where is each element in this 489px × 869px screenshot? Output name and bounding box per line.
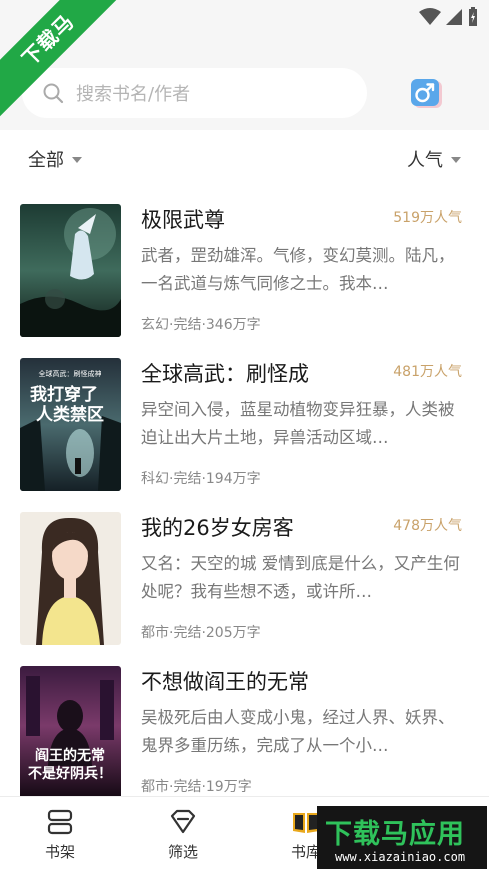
book-title: 极限武尊 (141, 208, 225, 232)
book-title: 全球高武：刷怪成 (141, 362, 309, 386)
book-item[interactable]: 我的26岁女房客 478万人气 又名：天空的城 爱情到底是什么，又产生何处呢？我… (0, 504, 489, 658)
book-title: 我的26岁女房客 (141, 516, 294, 540)
book-meta: 都市·完结·19万字 (141, 779, 252, 795)
book-cover-image: 全球高武：刷怪成神 我打穿了 人类禁区 (20, 358, 121, 491)
book-description: 武者，罡劲雄浑。气修，变幻莫测。陆凡，一名武道与炼气同修之士。我本… (141, 246, 455, 293)
book-cover-image (20, 204, 121, 337)
watermark-ribbon: 下载马 (0, 0, 140, 140)
book-list: 极限武尊 519万人气 武者，罡劲雄浑。气修，变幻莫测。陆凡，一名武道与炼气同修… (0, 196, 489, 812)
book-description: 异空间入侵，蓝星动植物变异狂暴，人类被迫让出大片土地，异兽活动区域… (141, 400, 455, 447)
wifi-icon (419, 8, 441, 25)
book-description: 又名：天空的城 爱情到底是什么，又产生何处呢？我有些想不透，或许所… (141, 554, 460, 601)
category-dropdown[interactable]: 全部 (28, 146, 82, 172)
nav-label-filter: 筛选 (167, 843, 198, 861)
male-gender-icon[interactable] (410, 78, 444, 110)
cover-title-line1: 我打穿了 (30, 384, 98, 405)
watermark-ribbon-text: 下载马 (0, 0, 133, 125)
watermark-url: www.xiazainiao.com (335, 850, 466, 864)
book-meta: 玄幻·完结·346万字 (141, 317, 261, 333)
watermark-brand: 下载马应用 (325, 819, 465, 850)
book-item[interactable]: 阎王的无常 不是好阴兵！ 不想做阎王的无常 吴极死后由人变成小鬼，经过人界、妖界… (0, 658, 489, 812)
battery-icon (469, 7, 477, 26)
nav-label-shelf: 书架 (44, 843, 75, 861)
bookshelf-icon (47, 809, 73, 835)
nav-item-shelf[interactable]: 书架 (20, 807, 100, 862)
nav-item-filter[interactable]: 筛选 (143, 807, 223, 862)
book-popularity: 478万人气 (393, 518, 462, 534)
book-description: 吴极死后由人变成小鬼，经过人界、妖界、鬼界多重历练，完成了从一个小… (141, 708, 455, 755)
book-item[interactable]: 极限武尊 519万人气 武者，罡劲雄浑。气修，变幻莫测。陆凡，一名武道与炼气同修… (0, 196, 489, 350)
watermark-logo: 下载马应用 www.xiazainiao.com (317, 806, 487, 869)
diamond-icon (170, 809, 196, 834)
cover-series-text: 全球高武：刷怪成神 (39, 369, 102, 378)
signal-icon (446, 9, 462, 25)
book-cover-image (20, 512, 121, 645)
book-meta: 科幻·完结·194万字 (141, 471, 261, 487)
category-label: 全部 (28, 150, 64, 171)
cover-title-line2: 不是好阴兵！ (28, 765, 112, 782)
caret-down-icon (72, 157, 82, 163)
book-popularity: 519万人气 (393, 210, 462, 226)
sort-label: 人气 (407, 150, 443, 171)
book-cover-image: 阎王的无常 不是好阴兵！ (20, 666, 121, 799)
book-popularity: 481万人气 (393, 364, 462, 380)
cover-title-line2: 人类禁区 (36, 404, 104, 425)
book-meta: 都市·完结·205万字 (141, 625, 261, 641)
status-icons (419, 7, 479, 27)
book-item[interactable]: 全球高武：刷怪成神 我打穿了 人类禁区 全球高武：刷怪成 481万人气 异空间入… (0, 350, 489, 504)
book-title: 不想做阎王的无常 (141, 670, 309, 694)
caret-down-icon (451, 157, 461, 163)
sort-dropdown[interactable]: 人气 (407, 146, 461, 172)
cover-title-line1: 阎王的无常 (35, 747, 105, 764)
